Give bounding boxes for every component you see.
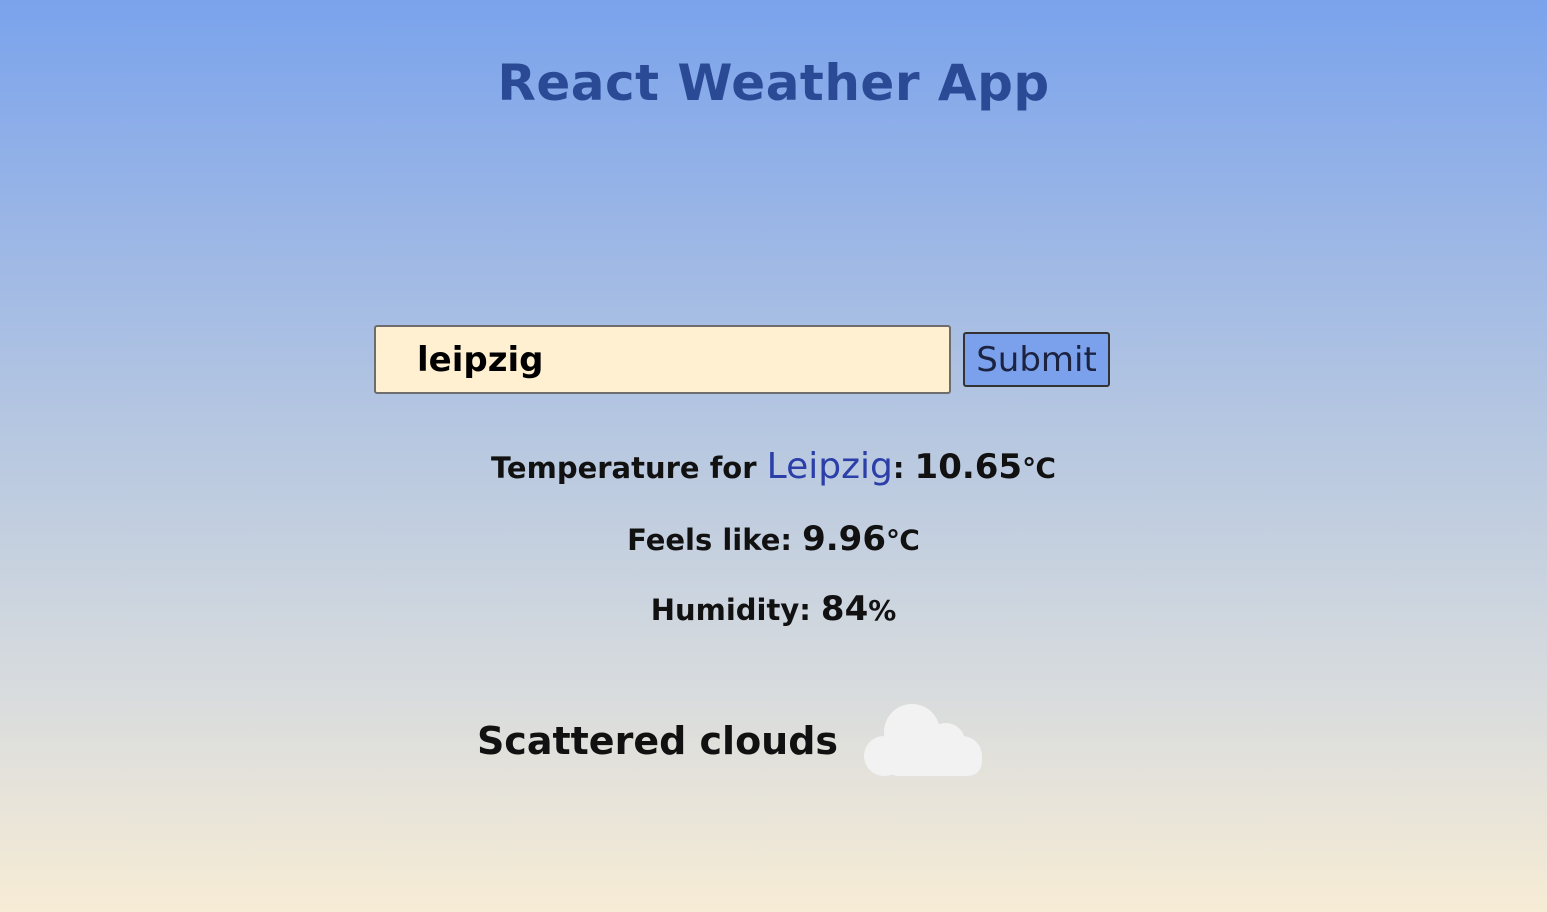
cloud-icon [864,704,982,776]
temperature-unit: ℃ [1022,452,1056,485]
temperature-line: Temperature for Leipzig: 10.65℃ [0,446,1547,487]
city-input[interactable] [374,325,951,394]
search-form: Submit [374,325,1114,395]
submit-button[interactable]: Submit [963,332,1110,387]
humidity-line: Humidity: 84% [0,589,1547,629]
feels-like-label: Feels like: [627,523,803,557]
humidity-label: Humidity: [650,593,821,627]
feels-like-value: 9.96 [802,519,886,559]
temperature-separator: : [892,451,915,485]
humidity-value: 84 [820,589,869,629]
temperature-value: 10.65 [914,447,1023,487]
feels-like-unit: ℃ [886,524,920,557]
page-title: React Weather App [497,54,1050,112]
temperature-label: Temperature for [491,451,767,485]
feels-like-line: Feels like: 9.96℃ [0,519,1547,559]
city-name: Leipzig [766,446,893,487]
weather-description: Scattered clouds [476,719,839,763]
humidity-unit: % [868,594,897,627]
